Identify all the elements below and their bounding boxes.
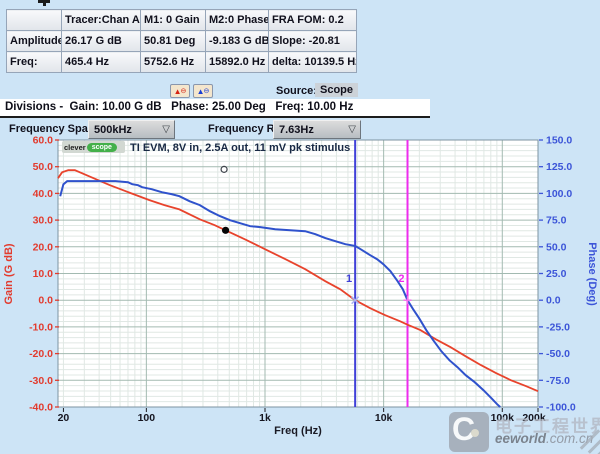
bode-chart[interactable]: 1260.050.040.030.020.010.00.0-10.0-20.0-…: [0, 0, 600, 454]
phase-tick-label: 125.0: [546, 161, 572, 173]
phase-tick-label: -50.0: [546, 348, 570, 360]
watermark-url-bold: eeworld: [495, 431, 546, 446]
phase-tick-label: -75.0: [546, 375, 570, 387]
phase-tick-label: 0.0: [546, 295, 561, 307]
watermark-site-url: eeworld.com.cn: [495, 431, 593, 446]
phase-tick-label: -25.0: [546, 321, 570, 333]
freq-axis-title: Freq (Hz): [274, 425, 322, 437]
cleverscope-logo: clever scope: [62, 141, 125, 153]
eeworld-logo-icon: C: [449, 412, 489, 452]
gain-tick-label: 40.0: [33, 188, 54, 200]
logo-dot: [471, 429, 479, 437]
gain-tick-label: 50.0: [33, 161, 54, 173]
freq-tick-label: 100: [138, 412, 156, 424]
gain-tick-label: -40.0: [29, 402, 53, 414]
freq-tick-label: 10k: [375, 412, 393, 424]
phase-tick-label: 150.0: [546, 135, 572, 147]
phase-tick-label: 50.0: [546, 241, 567, 253]
fra-window: Tracer:Chan AM1: 0 GainM2:0 PhaseFRA FOM…: [0, 0, 600, 454]
plot-annotation: TI EVM, 8V in, 2.5A out, 11 mV pk stimul…: [130, 142, 350, 154]
logo-text-clever: clever: [64, 143, 86, 152]
tracer-dot[interactable]: [222, 227, 229, 234]
gain-tick-label: -30.0: [29, 375, 53, 387]
phase-axis-title: Phase (Deg): [586, 242, 598, 306]
gain-tick-label: -20.0: [29, 348, 53, 360]
marker-label-1: 1: [346, 273, 352, 285]
gain-tick-label: 10.0: [33, 268, 54, 280]
gain-tick-label: 0.0: [38, 295, 53, 307]
logo-text-scope: scope: [87, 143, 117, 152]
gain-axis-title: Gain (G dB): [3, 243, 15, 304]
freq-tick-label: 1k: [259, 412, 271, 424]
phase-tick-label: 100.0: [546, 188, 572, 200]
gain-tick-label: 20.0: [33, 241, 54, 253]
gain-tick-label: 30.0: [33, 215, 54, 227]
gain-tick-label: 60.0: [33, 135, 54, 147]
phase-tick-label: 25.0: [546, 268, 567, 280]
freq-tick-label: 20: [58, 412, 70, 424]
gain-tick-label: -10.0: [29, 321, 53, 333]
phase-tick-label: 75.0: [546, 215, 567, 227]
